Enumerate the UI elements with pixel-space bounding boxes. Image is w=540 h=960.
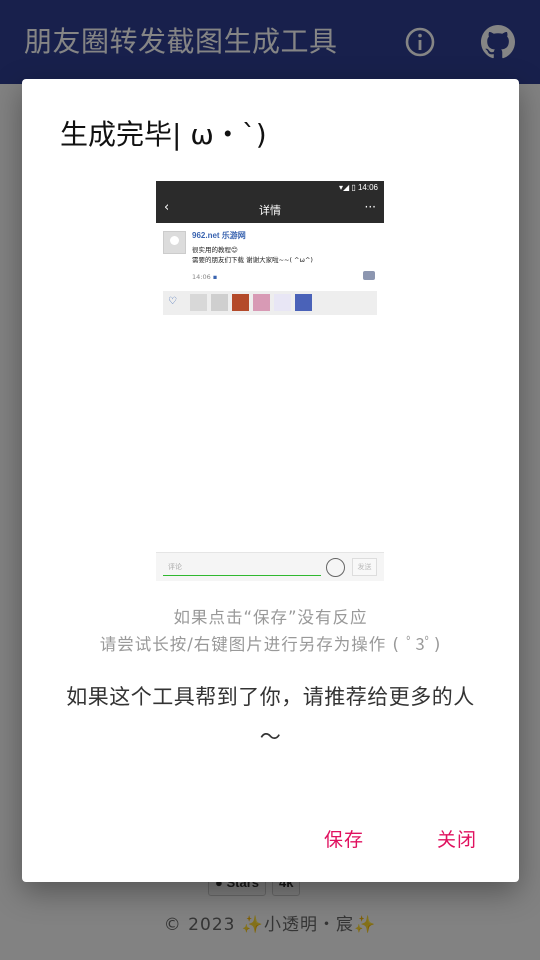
preview-post-time: 14:06 ▪ (192, 273, 218, 281)
heart-icon: ♡ (168, 296, 177, 307)
preview-comment-bar: 评论 发送 (156, 552, 384, 581)
close-button[interactable]: 关闭 (437, 825, 477, 852)
preview-avatar (163, 231, 186, 254)
preview-content-line2: 需要的朋友们下载 谢谢大家啦~~( ^ω^) (192, 256, 313, 264)
save-hint-line1: 如果点击“保存”没有反应 (173, 608, 368, 627)
preview-header: ‹ 详情 ··· (156, 195, 384, 223)
preview-likes-bar: ♡ (163, 291, 377, 315)
preview-status-time: 14:06 (357, 183, 378, 192)
like-avatar (295, 294, 312, 311)
like-avatar (253, 294, 270, 311)
like-avatar (274, 294, 291, 311)
preview-send-button: 发送 (352, 558, 377, 576)
save-button[interactable]: 保存 (324, 825, 364, 852)
generated-screenshot[interactable]: ▾◢ ▯ 14:06 ‹ 详情 ··· 962.net 乐游网 很实用的教程😊 … (156, 181, 384, 581)
like-avatar (232, 294, 249, 311)
preview-comment-input: 评论 (163, 559, 321, 576)
preview-status-bar: ▾◢ ▯ 14:06 (156, 181, 384, 195)
more-icon: ··· (364, 200, 376, 214)
save-hint-line2: 请尝试长按/右键图片进行另存为操作 ( ﾟ3ﾟ) (99, 635, 442, 654)
like-avatar (190, 294, 207, 311)
save-hint: 如果点击“保存”没有反应 请尝试长按/右键图片进行另存为操作 ( ﾟ3ﾟ) (22, 604, 519, 658)
emoji-icon (326, 558, 345, 577)
preview-content-line1: 很实用的教程😊 (192, 246, 238, 254)
result-dialog: 生成完毕| ω・`) ▾◢ ▯ 14:06 ‹ 详情 ··· 962.net 乐… (22, 79, 519, 882)
preview-header-title: 详情 (259, 204, 281, 217)
preview-author-name: 962.net 乐游网 (192, 231, 246, 240)
like-avatar (211, 294, 228, 311)
comment-icon (363, 271, 375, 280)
share-message: 如果这个工具帮到了你，请推荐给更多的人～ (66, 685, 475, 749)
dialog-title: 生成完毕| ω・`) (60, 118, 267, 151)
